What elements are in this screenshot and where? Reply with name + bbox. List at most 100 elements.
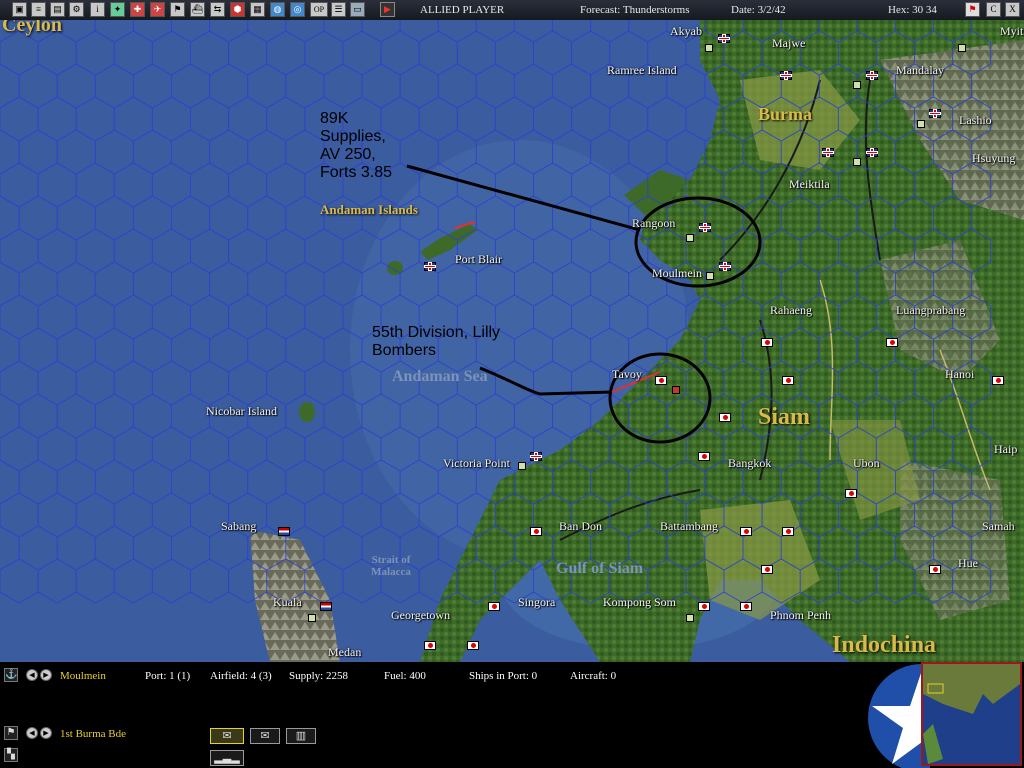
flag-uk-icon[interactable] — [866, 148, 878, 157]
flag-jp-icon[interactable] — [467, 641, 479, 650]
flag-jp-icon[interactable] — [782, 376, 794, 385]
place-ban-don[interactable]: Ban Don — [559, 519, 602, 534]
flag-jp-icon[interactable] — [992, 376, 1004, 385]
save-icon[interactable]: ▣ — [12, 2, 27, 17]
place-tavoy[interactable]: Tavoy — [612, 367, 642, 382]
place-rangoon[interactable]: Rangoon — [632, 216, 675, 231]
flag-uk-icon[interactable] — [929, 109, 941, 118]
base-marker[interactable] — [686, 234, 694, 242]
globe2-icon[interactable]: ◎ — [290, 2, 305, 17]
base-marker[interactable] — [917, 120, 925, 128]
building-icon[interactable]: ▥ — [286, 728, 316, 744]
op-button[interactable]: OP — [310, 2, 328, 17]
flag-jp-icon[interactable] — [424, 641, 436, 650]
flag-jp-icon[interactable] — [488, 602, 500, 611]
place-mandalay[interactable]: Mandalay — [896, 63, 944, 78]
unit-name[interactable]: 1st Burma Bde — [60, 728, 126, 740]
flag-jp-icon[interactable] — [845, 489, 857, 498]
prev-unit-button[interactable]: ◀ — [26, 727, 38, 739]
base-marker[interactable] — [853, 158, 861, 166]
place-medan[interactable]: Medan — [328, 645, 361, 660]
flag-jp-icon[interactable] — [740, 527, 752, 536]
place-luangprabang[interactable]: Luangprabang — [896, 303, 965, 318]
place-kuala[interactable]: Kuala — [273, 595, 302, 610]
place-sabang[interactable]: Sabang — [221, 519, 256, 534]
place-kompong-som[interactable]: Kompong Som — [603, 595, 676, 610]
base-marker[interactable] — [958, 44, 966, 52]
base-marker[interactable] — [518, 462, 526, 470]
envelope-icon[interactable]: ✉ — [250, 728, 280, 744]
place-battambang[interactable]: Battambang — [660, 519, 718, 534]
place-hanoi[interactable]: Hanoi — [945, 367, 974, 382]
flag-jp-icon[interactable] — [719, 413, 731, 422]
flag-icon[interactable]: ⚑ — [170, 2, 185, 17]
base-marker[interactable] — [706, 272, 714, 280]
flag-icon[interactable]: ⚑ — [4, 726, 18, 740]
path-icon[interactable]: ⇆ — [210, 2, 225, 17]
aircraft-icon[interactable]: ✈ — [150, 2, 165, 17]
flag-jp-icon[interactable] — [761, 338, 773, 347]
place-hsuyung[interactable]: Hsuyung — [972, 151, 1015, 166]
close-menu-button[interactable]: C — [986, 2, 1001, 17]
info-icon[interactable]: i — [90, 2, 105, 17]
settings-icon[interactable]: ⚙ — [69, 2, 84, 17]
flag-uk-icon[interactable] — [530, 452, 542, 461]
flag-jp-icon[interactable] — [929, 565, 941, 574]
place-nicobar[interactable]: Nicobar Island — [206, 404, 277, 419]
flag-uk-icon[interactable] — [699, 223, 711, 232]
flag-icon[interactable]: ⚑ — [965, 2, 980, 17]
flag-uk-icon[interactable] — [719, 262, 731, 271]
place-meiktila[interactable]: Meiktila — [789, 177, 830, 192]
flag-nl-icon[interactable] — [278, 527, 290, 536]
place-moulmein[interactable]: Moulmein — [652, 266, 702, 281]
base-marker[interactable] — [686, 614, 694, 622]
flag-uk-icon[interactable] — [866, 71, 878, 80]
anchor-icon[interactable]: ⚓ — [4, 668, 18, 682]
end-turn-button[interactable]: ▶ — [380, 2, 395, 17]
flag-jp-icon[interactable] — [886, 338, 898, 347]
place-lashio[interactable]: Lashio — [959, 113, 992, 128]
place-hue[interactable]: Hue — [958, 556, 978, 571]
flag-jp-icon[interactable] — [655, 376, 667, 385]
base-marker[interactable] — [705, 44, 713, 52]
city-icon[interactable]: ▦ — [250, 2, 265, 17]
place-haiphong[interactable]: Haip — [994, 442, 1017, 457]
place-singora[interactable]: Singora — [518, 595, 555, 610]
next-unit-button[interactable]: ▶ — [40, 727, 52, 739]
flag-uk-icon[interactable] — [718, 34, 730, 43]
flag-uk-icon[interactable] — [822, 148, 834, 157]
place-rahaeng[interactable]: Rahaeng — [770, 303, 812, 318]
unit-counter[interactable] — [672, 386, 680, 394]
minimap[interactable] — [921, 662, 1022, 766]
envelope-icon[interactable]: ✉ — [210, 728, 244, 744]
air-icon[interactable]: ✦ — [110, 2, 125, 17]
flag-jp-icon[interactable] — [530, 527, 542, 536]
place-port-blair[interactable]: Port Blair — [455, 252, 502, 267]
place-bangkok[interactable]: Bangkok — [728, 456, 771, 471]
base-marker[interactable] — [853, 81, 861, 89]
list-icon[interactable]: ☰ — [331, 2, 346, 17]
globe-icon[interactable]: ◍ — [270, 2, 285, 17]
flag-jp-icon[interactable] — [782, 527, 794, 536]
exit-button[interactable]: X — [1005, 2, 1020, 17]
place-ramree[interactable]: Ramree Island — [607, 63, 677, 78]
place-samah[interactable]: Samah — [982, 519, 1015, 534]
flag-uk-icon[interactable] — [780, 71, 792, 80]
flag-jp-icon[interactable] — [698, 602, 710, 611]
place-majwe[interactable]: Majwe — [772, 36, 805, 51]
game-map[interactable]: Ceylon Burma Siam Indochina Andaman Sea … — [0, 20, 1024, 662]
flag-jp-icon[interactable] — [740, 602, 752, 611]
place-phnom-penh[interactable]: Phnom Penh — [770, 608, 831, 623]
formation-icon[interactable]: ▂▃▂ — [210, 750, 244, 766]
flag-nl-icon[interactable] — [320, 602, 332, 611]
log-icon[interactable]: ≡ — [31, 2, 46, 17]
base-name[interactable]: Moulmein — [60, 670, 106, 682]
hex-icon[interactable]: ⬢ — [230, 2, 245, 17]
place-akyab[interactable]: Akyab — [670, 24, 702, 39]
map-icon[interactable]: ▭ — [350, 2, 365, 17]
prev-base-button[interactable]: ◀ — [26, 669, 38, 681]
base-marker[interactable] — [308, 614, 316, 622]
report-icon[interactable]: ▤ — [50, 2, 65, 17]
flag-jp-icon[interactable] — [698, 452, 710, 461]
place-ubon[interactable]: Ubon — [853, 456, 880, 471]
